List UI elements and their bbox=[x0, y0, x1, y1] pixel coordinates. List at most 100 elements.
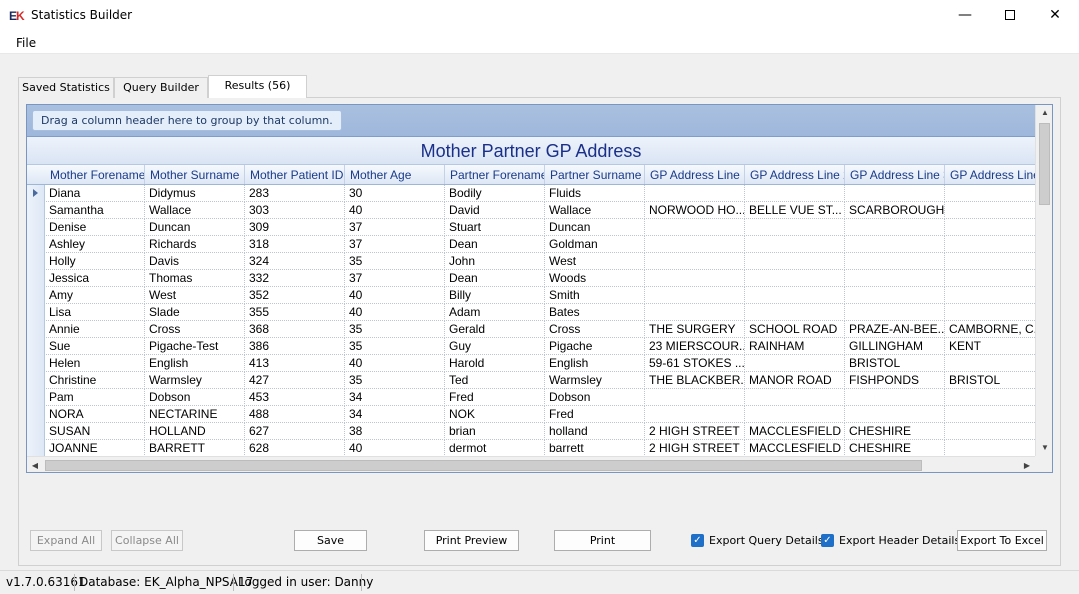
cell-mother-patient-id[interactable]: 488 bbox=[245, 406, 345, 423]
save-button[interactable]: Save bbox=[294, 530, 367, 551]
cell-gp-address-line-4[interactable] bbox=[945, 355, 1035, 372]
vertical-scrollbar[interactable]: ▲ ▼ bbox=[1035, 105, 1052, 456]
cell-gp-address-line-3[interactable] bbox=[845, 236, 945, 253]
close-button[interactable]: ✕ bbox=[1032, 0, 1078, 32]
cell-mother-surname[interactable]: Cross bbox=[145, 321, 245, 338]
cell-partner-surname[interactable]: Smith bbox=[545, 287, 645, 304]
cell-mother-forenames[interactable]: Christine bbox=[45, 372, 145, 389]
export-to-excel-button[interactable]: Export To Excel bbox=[957, 530, 1047, 551]
cell-gp-address-line-1[interactable] bbox=[645, 219, 745, 236]
cell-gp-address-line-2[interactable]: SCHOOL ROAD bbox=[745, 321, 845, 338]
cell-gp-address-line-1[interactable]: 2 HIGH STREET bbox=[645, 423, 745, 440]
cell-gp-address-line-2[interactable] bbox=[745, 253, 845, 270]
tab-query-builder[interactable]: Query Builder bbox=[114, 77, 208, 98]
table-row[interactable]: SUSAN HOLLAND 627 38 brian holland 2 HIGH STRE… bbox=[27, 423, 1035, 440]
cell-gp-address-line-3[interactable]: CHESHIRE bbox=[845, 423, 945, 440]
cell-mother-patient-id[interactable]: 627 bbox=[245, 423, 345, 440]
cell-partner-surname[interactable]: Dobson bbox=[545, 389, 645, 406]
cell-mother-surname[interactable]: NECTARINE bbox=[145, 406, 245, 423]
column-header-gp-address-line-1[interactable]: GP Address Line 1 bbox=[645, 165, 745, 184]
cell-mother-age[interactable]: 34 bbox=[345, 389, 445, 406]
cell-mother-age[interactable]: 37 bbox=[345, 236, 445, 253]
cell-partner-forenames[interactable]: Stuart bbox=[445, 219, 545, 236]
cell-mother-forenames[interactable]: Lisa bbox=[45, 304, 145, 321]
cell-mother-forenames[interactable]: NORA bbox=[45, 406, 145, 423]
cell-mother-surname[interactable]: Slade bbox=[145, 304, 245, 321]
table-row[interactable]: Lisa Slade 355 40 Adam Bates bbox=[27, 304, 1035, 321]
row-selector[interactable] bbox=[27, 236, 45, 253]
cell-gp-address-line-2[interactable]: MACCLESFIELD bbox=[745, 440, 845, 456]
table-row[interactable]: Pam Dobson 453 34 Fred Dobson bbox=[27, 389, 1035, 406]
table-row[interactable]: Jessica Thomas 332 37 Dean Woods bbox=[27, 270, 1035, 287]
cell-mother-surname[interactable]: Didymus bbox=[145, 185, 245, 202]
cell-mother-surname[interactable]: Pigache-Test bbox=[145, 338, 245, 355]
scroll-left-icon[interactable]: ◀ bbox=[27, 457, 43, 472]
row-selector[interactable] bbox=[27, 287, 45, 304]
cell-gp-address-line-3[interactable] bbox=[845, 219, 945, 236]
cell-gp-address-line-2[interactable]: MANOR ROAD bbox=[745, 372, 845, 389]
cell-mother-age[interactable]: 37 bbox=[345, 270, 445, 287]
column-header-gp-address-line-2[interactable]: GP Address Line 2 bbox=[745, 165, 845, 184]
cell-mother-forenames[interactable]: Ashley bbox=[45, 236, 145, 253]
scroll-down-icon[interactable]: ▼ bbox=[1036, 440, 1052, 456]
cell-mother-patient-id[interactable]: 318 bbox=[245, 236, 345, 253]
cell-gp-address-line-2[interactable] bbox=[745, 219, 845, 236]
cell-partner-forenames[interactable]: Guy bbox=[445, 338, 545, 355]
cell-gp-address-line-2[interactable] bbox=[745, 355, 845, 372]
cell-gp-address-line-3[interactable] bbox=[845, 270, 945, 287]
row-selector[interactable] bbox=[27, 219, 45, 236]
column-header-mother-age[interactable]: Mother Age bbox=[345, 165, 445, 184]
cell-gp-address-line-1[interactable]: 2 HIGH STREET bbox=[645, 440, 745, 456]
cell-partner-forenames[interactable]: Bodily bbox=[445, 185, 545, 202]
cell-mother-forenames[interactable]: Jessica bbox=[45, 270, 145, 287]
cell-gp-address-line-3[interactable] bbox=[845, 304, 945, 321]
cell-mother-age[interactable]: 40 bbox=[345, 355, 445, 372]
cell-gp-address-line-4[interactable] bbox=[945, 423, 1035, 440]
column-header-gp-address-line-4[interactable]: GP Address Line 4 bbox=[945, 165, 1035, 184]
tab-saved-statistics[interactable]: Saved Statistics bbox=[18, 77, 114, 98]
cell-mother-surname[interactable]: Dobson bbox=[145, 389, 245, 406]
cell-partner-forenames[interactable]: Fred bbox=[445, 389, 545, 406]
cell-mother-age[interactable]: 35 bbox=[345, 372, 445, 389]
cell-partner-forenames[interactable]: Billy bbox=[445, 287, 545, 304]
cell-gp-address-line-4[interactable] bbox=[945, 202, 1035, 219]
maximize-button[interactable] bbox=[987, 0, 1033, 32]
cell-partner-surname[interactable]: Cross bbox=[545, 321, 645, 338]
cell-gp-address-line-3[interactable]: BRISTOL bbox=[845, 355, 945, 372]
row-selector[interactable] bbox=[27, 355, 45, 372]
cell-partner-surname[interactable]: Bates bbox=[545, 304, 645, 321]
print-button[interactable]: Print bbox=[554, 530, 651, 551]
cell-mother-forenames[interactable]: Sue bbox=[45, 338, 145, 355]
cell-mother-forenames[interactable]: Holly bbox=[45, 253, 145, 270]
cell-mother-age[interactable]: 34 bbox=[345, 406, 445, 423]
cell-mother-age[interactable]: 35 bbox=[345, 253, 445, 270]
table-row[interactable]: Holly Davis 324 35 John West bbox=[27, 253, 1035, 270]
row-selector[interactable] bbox=[27, 270, 45, 287]
cell-gp-address-line-3[interactable] bbox=[845, 389, 945, 406]
cell-partner-forenames[interactable]: brian bbox=[445, 423, 545, 440]
row-selector[interactable] bbox=[27, 321, 45, 338]
row-selector[interactable] bbox=[27, 338, 45, 355]
cell-partner-forenames[interactable]: Gerald bbox=[445, 321, 545, 338]
table-row[interactable]: Christine Warmsley 427 35 Ted Warmsley THE BLA… bbox=[27, 372, 1035, 389]
table-row[interactable]: Helen English 413 40 Harold English 59-61 STOK… bbox=[27, 355, 1035, 372]
scroll-right-icon[interactable]: ▶ bbox=[1019, 457, 1035, 472]
cell-partner-surname[interactable]: West bbox=[545, 253, 645, 270]
cell-gp-address-line-1[interactable] bbox=[645, 185, 745, 202]
column-header-partner-surname[interactable]: Partner Surname bbox=[545, 165, 645, 184]
row-selector[interactable] bbox=[27, 185, 45, 202]
cell-gp-address-line-3[interactable]: FISHPONDS bbox=[845, 372, 945, 389]
cell-mother-age[interactable]: 35 bbox=[345, 338, 445, 355]
row-selector[interactable] bbox=[27, 440, 45, 456]
cell-gp-address-line-1[interactable] bbox=[645, 236, 745, 253]
row-selector[interactable] bbox=[27, 253, 45, 270]
cell-partner-forenames[interactable]: Dean bbox=[445, 270, 545, 287]
cell-gp-address-line-4[interactable]: KENT bbox=[945, 338, 1035, 355]
cell-gp-address-line-3[interactable]: PRAZE-AN-BEE... bbox=[845, 321, 945, 338]
cell-mother-surname[interactable]: HOLLAND bbox=[145, 423, 245, 440]
cell-partner-surname[interactable]: English bbox=[545, 355, 645, 372]
menu-file[interactable]: File bbox=[16, 36, 36, 50]
table-row[interactable]: Amy West 352 40 Billy Smith bbox=[27, 287, 1035, 304]
cell-mother-patient-id[interactable]: 324 bbox=[245, 253, 345, 270]
cell-gp-address-line-2[interactable]: BELLE VUE ST... bbox=[745, 202, 845, 219]
